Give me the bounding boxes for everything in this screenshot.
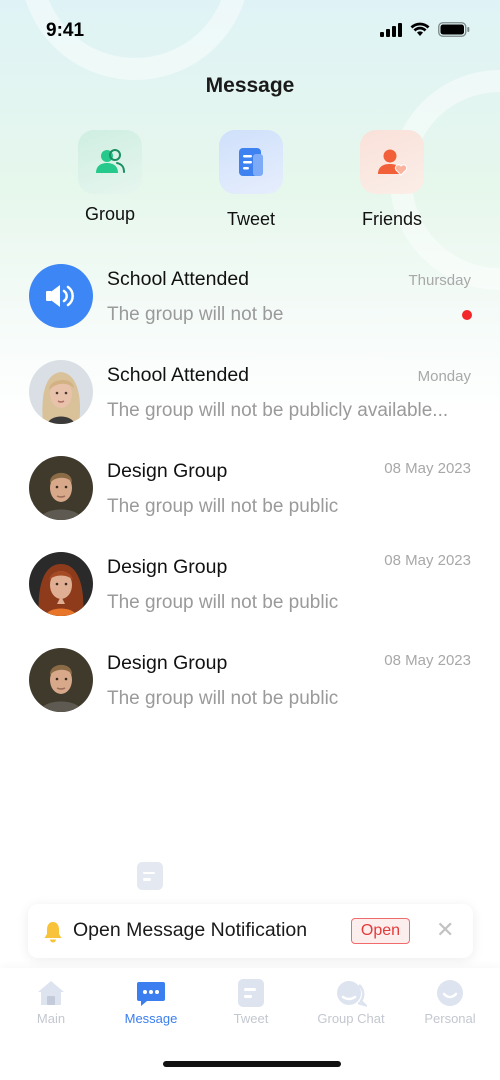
page-title: Message	[205, 74, 295, 97]
home-indicator	[163, 1061, 341, 1067]
friend-heart-icon	[360, 130, 424, 194]
message-preview: The group will not be public	[107, 496, 339, 517]
unread-dot	[462, 310, 472, 320]
quick-action-label: Tweet	[226, 209, 276, 229]
status-bar: 9:41	[0, 0, 500, 60]
tab-label: Group Chat	[317, 1011, 385, 1026]
message-time: 08 May 2023	[384, 652, 471, 669]
message-name: Design Group	[107, 652, 228, 674]
tab-label: Main	[36, 1011, 66, 1026]
quick-action-tweet[interactable]: Tweet	[196, 130, 306, 230]
message-row-design-group-2[interactable]: Design Group The group will not be publi…	[0, 552, 500, 648]
quick-action-group[interactable]: Group	[55, 130, 165, 225]
status-time: 9:41	[46, 20, 85, 41]
tab-tweet[interactable]: Tweet	[201, 978, 301, 1026]
tab-label: Message	[124, 1011, 178, 1026]
message-row-school-attended[interactable]: School Attended The group will not be Th…	[0, 264, 500, 360]
tab-message[interactable]: Message	[101, 978, 201, 1026]
message-name: Design Group	[107, 460, 228, 482]
tab-personal[interactable]: Personal	[400, 978, 500, 1026]
speaker-icon	[29, 264, 93, 328]
tab-main[interactable]: Main	[1, 978, 101, 1026]
avatar	[29, 456, 93, 520]
blonde-woman-avatar	[29, 360, 93, 424]
battery-icon	[438, 22, 470, 37]
message-row-design-group-1[interactable]: Design Group The group will not be publi…	[0, 456, 500, 552]
notification-text: Open Message Notification	[73, 919, 308, 941]
tab-group-chat[interactable]: Group Chat	[301, 978, 401, 1026]
avatar	[29, 552, 93, 616]
quick-action-label: Group	[84, 204, 136, 224]
message-time: 08 May 2023	[384, 460, 471, 477]
message-row-school-attended-2[interactable]: School Attended The group will not be pu…	[0, 360, 500, 456]
floating-document-icon	[137, 862, 163, 890]
bell-icon	[44, 922, 62, 943]
message-preview: The group will not be publicly available…	[107, 400, 449, 421]
avatar	[29, 360, 93, 424]
document-icon	[235, 978, 267, 1008]
group-chat-icon	[335, 978, 367, 1008]
open-notification-button[interactable]: Open	[351, 918, 410, 944]
wifi-icon	[410, 22, 430, 36]
man-avatar	[29, 648, 93, 712]
personal-icon	[434, 978, 466, 1008]
message-name: School Attended	[107, 268, 250, 290]
close-icon[interactable]: ✕	[436, 919, 454, 941]
redhead-woman-avatar	[29, 552, 93, 616]
message-preview: The group will not be	[107, 304, 284, 325]
message-icon	[135, 978, 167, 1008]
message-name: School Attended	[107, 364, 250, 386]
man-avatar	[29, 456, 93, 520]
group-icon	[78, 130, 142, 194]
document-icon	[219, 130, 283, 194]
signal-icon	[380, 22, 402, 37]
message-time: 08 May 2023	[384, 552, 471, 569]
message-row-design-group-3[interactable]: Design Group The group will not be publi…	[0, 648, 500, 744]
message-preview: The group will not be public	[107, 688, 339, 709]
home-icon	[35, 978, 67, 1008]
status-icons	[380, 22, 470, 37]
message-time: Thursday	[408, 272, 471, 289]
tab-label: Personal	[424, 1011, 476, 1026]
quick-action-label: Friends	[361, 209, 423, 229]
quick-action-friends[interactable]: Friends	[337, 130, 447, 230]
avatar	[29, 648, 93, 712]
message-name: Design Group	[107, 556, 228, 578]
tab-label: Tweet	[233, 1011, 269, 1026]
message-time: Monday	[417, 368, 471, 385]
message-preview: The group will not be public	[107, 592, 339, 613]
notification-banner: Open Message Notification Open ✕	[28, 904, 473, 958]
